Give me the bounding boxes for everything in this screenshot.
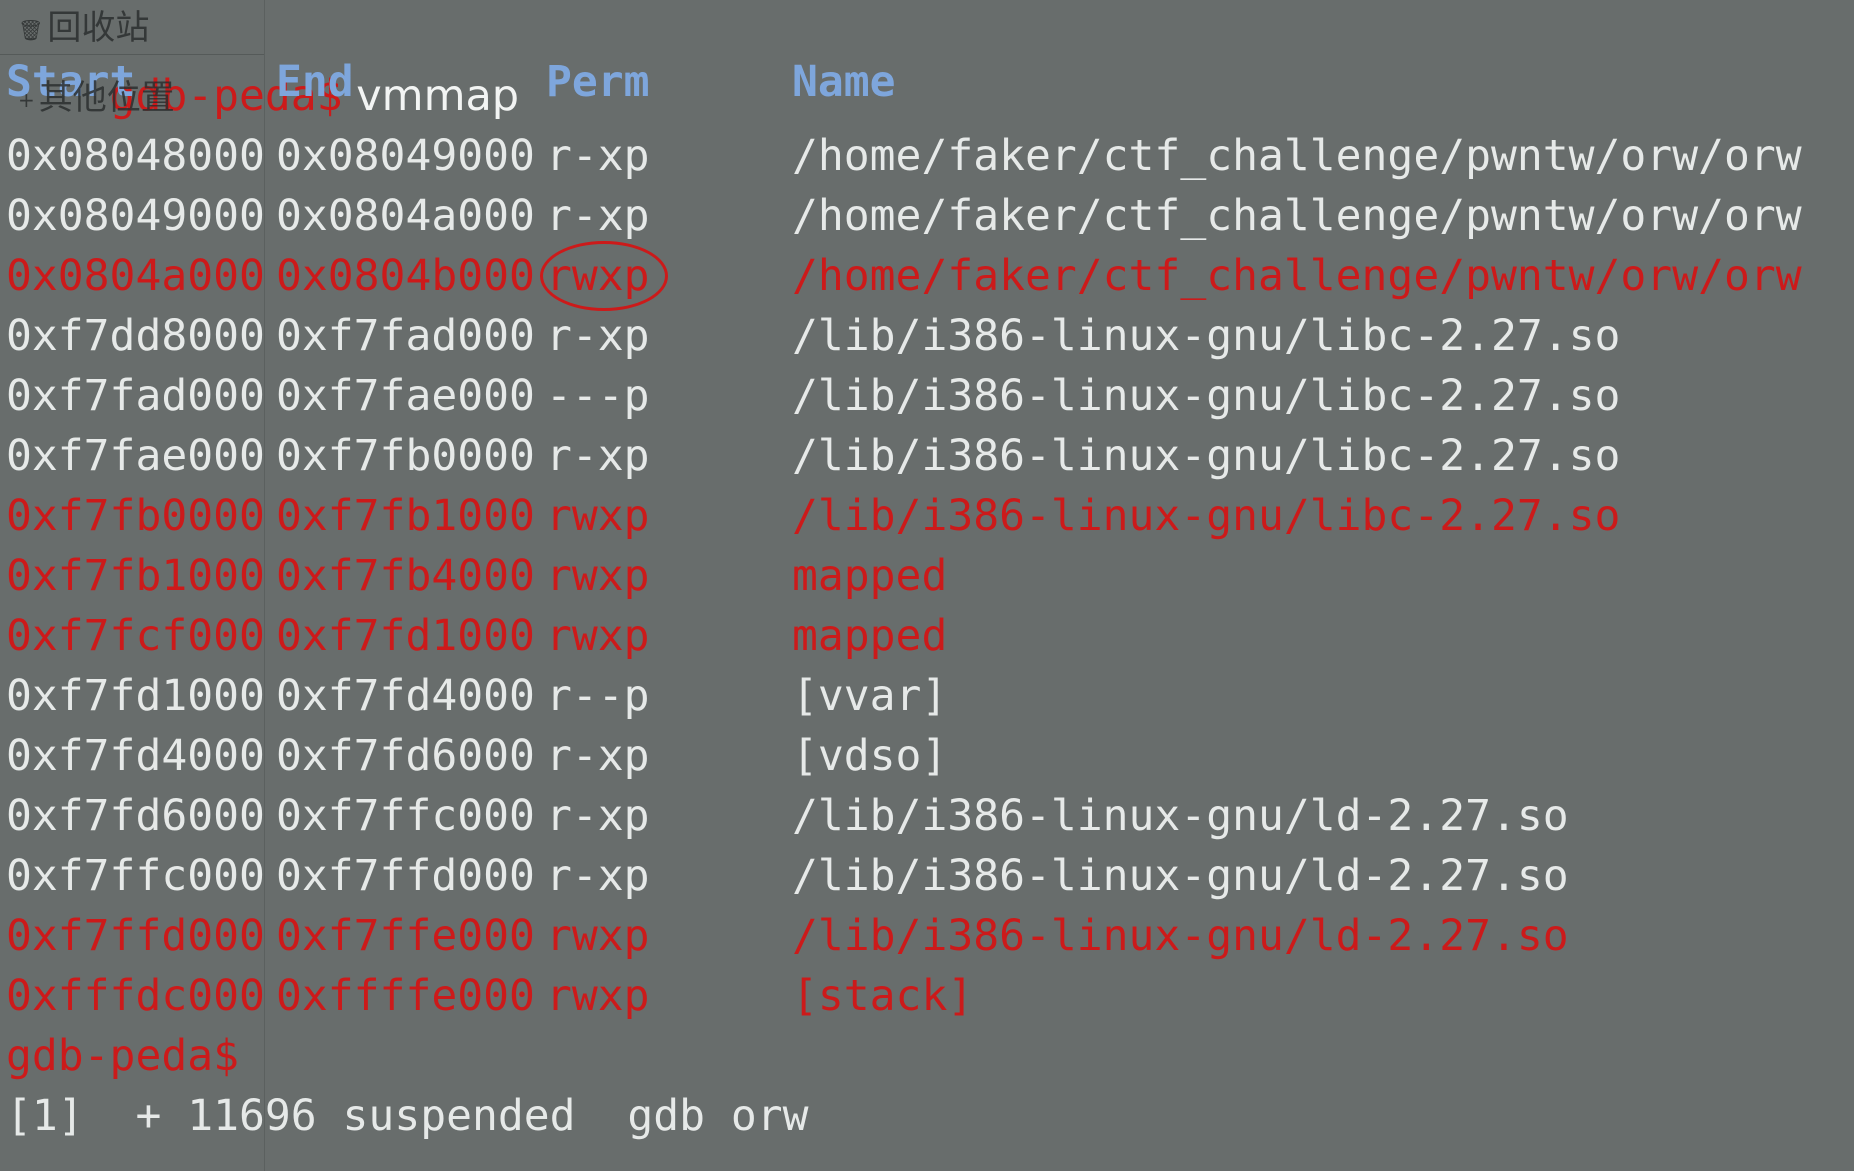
cell-start: 0xf7ffd000 xyxy=(6,911,265,961)
cell-perm: rwxp xyxy=(546,911,650,961)
job-status-line: [1] + 11696 suspended gdb orw xyxy=(6,1091,809,1141)
cell-end: 0x0804a000 xyxy=(276,191,535,241)
cell-name: /lib/i386-linux-gnu/libc-2.27.so xyxy=(792,311,1621,361)
cell-perm: r-xp xyxy=(546,851,650,901)
header-start: Start xyxy=(6,57,136,107)
cell-end: 0xf7fb0000 xyxy=(276,431,535,481)
cell-start: 0x08048000 xyxy=(6,131,265,181)
cell-start: 0xf7fcf000 xyxy=(6,611,265,661)
cell-name: mapped xyxy=(792,551,948,601)
cell-name: [stack] xyxy=(792,971,974,1021)
cell-name: /lib/i386-linux-gnu/ld-2.27.so xyxy=(792,791,1569,841)
cell-start: 0xf7fb0000 xyxy=(6,491,265,541)
cell-end: 0xf7fd1000 xyxy=(276,611,535,661)
cell-end: 0xf7ffd000 xyxy=(276,851,535,901)
cell-end: 0xf7fb1000 xyxy=(276,491,535,541)
cell-perm: rwxp xyxy=(546,611,650,661)
cell-end: 0xf7ffc000 xyxy=(276,791,535,841)
cell-end: 0xf7fd4000 xyxy=(276,671,535,721)
cell-start: 0xf7fb1000 xyxy=(6,551,265,601)
cell-perm: rwxp xyxy=(546,971,650,1021)
cell-start: 0xf7fae000 xyxy=(6,431,265,481)
cell-name: [vvar] xyxy=(792,671,948,721)
cell-name: mapped xyxy=(792,611,948,661)
cell-perm: r--p xyxy=(546,671,650,721)
cell-start: 0xf7dd8000 xyxy=(6,311,265,361)
header-name: Name xyxy=(792,57,896,107)
cell-name: /lib/i386-linux-gnu/libc-2.27.so xyxy=(792,491,1621,541)
cell-name: /lib/i386-linux-gnu/libc-2.27.so xyxy=(792,371,1621,421)
cell-name: /lib/i386-linux-gnu/ld-2.27.so xyxy=(792,911,1569,961)
cell-perm: r-xp xyxy=(546,791,650,841)
cell-perm: ---p xyxy=(546,371,650,421)
cell-start: 0xf7ffc000 xyxy=(6,851,265,901)
terminal-window[interactable]: gdb-peda$ vmmap Start End Perm Name 0x08… xyxy=(0,0,1854,1171)
cell-end: 0xf7fb4000 xyxy=(276,551,535,601)
command-text: vmmap xyxy=(342,71,520,121)
cell-end: 0xffffe000 xyxy=(276,971,535,1021)
cell-name: /home/faker/ctf_challenge/pwntw/orw/orw xyxy=(792,131,1802,181)
cell-start: 0xf7fd6000 xyxy=(6,791,265,841)
cell-end: 0x0804b000 xyxy=(276,251,535,301)
cell-perm: r-xp xyxy=(546,431,650,481)
vmmap-header-row: Start End Perm Name xyxy=(6,52,896,112)
cell-perm: r-xp xyxy=(546,191,650,241)
cell-perm: rwxp xyxy=(546,551,650,601)
cell-start: 0x08049000 xyxy=(6,191,265,241)
cell-end: 0xf7ffe000 xyxy=(276,911,535,961)
cell-end: 0x08049000 xyxy=(276,131,535,181)
cell-end: 0xf7fae000 xyxy=(276,371,535,421)
cell-end: 0xf7fad000 xyxy=(276,311,535,361)
cell-start: 0xf7fd4000 xyxy=(6,731,265,781)
cell-end: 0xf7fd6000 xyxy=(276,731,535,781)
cell-name: /home/faker/ctf_challenge/pwntw/orw/orw xyxy=(792,251,1802,301)
header-end: End xyxy=(276,57,354,107)
cell-start: 0xf7fad000 xyxy=(6,371,265,421)
cell-start: 0xf7fd1000 xyxy=(6,671,265,721)
cell-perm: r-xp xyxy=(546,311,650,361)
cell-perm: r-xp xyxy=(546,131,650,181)
cell-name: /lib/i386-linux-gnu/libc-2.27.so xyxy=(792,431,1621,481)
header-perm: Perm xyxy=(546,57,650,107)
cell-start: 0xfffdc000 xyxy=(6,971,265,1021)
annotation-circle xyxy=(540,241,668,311)
cell-perm: r-xp xyxy=(546,731,650,781)
cell-start: 0x0804a000 xyxy=(6,251,265,301)
final-prompt: gdb-peda$ xyxy=(6,1031,239,1081)
cell-name: /home/faker/ctf_challenge/pwntw/orw/orw xyxy=(792,191,1802,241)
cell-perm: rwxp xyxy=(546,491,650,541)
cell-name: [vdso] xyxy=(792,731,948,781)
cell-name: /lib/i386-linux-gnu/ld-2.27.so xyxy=(792,851,1569,901)
